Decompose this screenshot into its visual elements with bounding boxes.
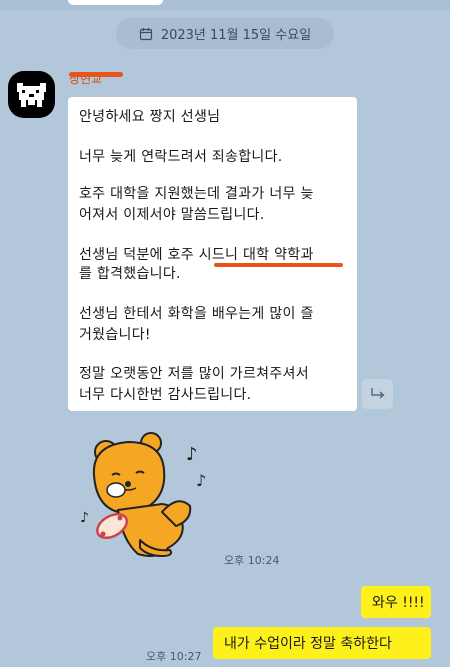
date-label: 2023년 11월 15일 수요일 — [160, 28, 312, 43]
message-line: 를 합격했습니다. — [79, 266, 181, 282]
outgoing-message-bubble[interactable]: 내가 수업이라 정말 축하한다 — [213, 627, 431, 659]
message-line: 선생님 한테서 화학을 배우는게 많이 즐 — [79, 306, 314, 322]
calendar-icon — [139, 27, 152, 40]
message-line: 선생님 덕분에 호주 시드니 대학 약학과 — [79, 247, 314, 263]
pixel-dog-icon — [17, 83, 46, 107]
outgoing-message-bubble[interactable]: 와우 !!!! — [361, 586, 431, 618]
message-line: 너무 다시한번 감사드립니다. — [79, 387, 252, 403]
message-line: 거웠습니다! — [79, 327, 151, 343]
outgoing-message-text: 내가 수업이라 정말 축하한다 — [224, 636, 392, 652]
date-divider: 2023년 11월 15일 수요일 — [116, 18, 334, 49]
sender-name-redaction — [69, 72, 123, 77]
message-line: 어져서 이제서야 말씀드립니다. — [79, 207, 265, 223]
share-button[interactable] — [362, 379, 393, 409]
svg-text:♪: ♪ — [196, 471, 206, 490]
incoming-message-bubble[interactable]: 안녕하세요 짱지 선생님 너무 늦게 연락드려서 죄송합니다. 호주 대학을 지… — [68, 97, 357, 411]
outgoing-message-text: 와우 !!!! — [372, 595, 425, 611]
ryan-bear-sticker[interactable]: ♪ ♪ ♪ — [78, 430, 218, 558]
message-line: 너무 늦게 연락드려서 죄송합니다. — [79, 149, 283, 165]
sender-avatar[interactable] — [8, 71, 55, 118]
share-arrow-icon — [370, 388, 385, 399]
message-time: 오후 10:27 — [146, 650, 202, 663]
previous-bubble-edge — [68, 0, 163, 5]
message-time: 오후 10:24 — [224, 554, 280, 567]
previous-message-edge — [0, 0, 450, 10]
message-line: 정말 오랫동안 저를 많이 가르쳐주셔서 — [79, 366, 309, 382]
svg-text:♪: ♪ — [80, 510, 89, 526]
highlight-underline — [214, 263, 343, 267]
message-line: 안녕하세요 짱지 선생님 — [79, 109, 221, 125]
message-line: 호주 대학을 지원했는데 결과가 너무 늦 — [79, 186, 314, 202]
svg-text:♪: ♪ — [186, 444, 198, 465]
